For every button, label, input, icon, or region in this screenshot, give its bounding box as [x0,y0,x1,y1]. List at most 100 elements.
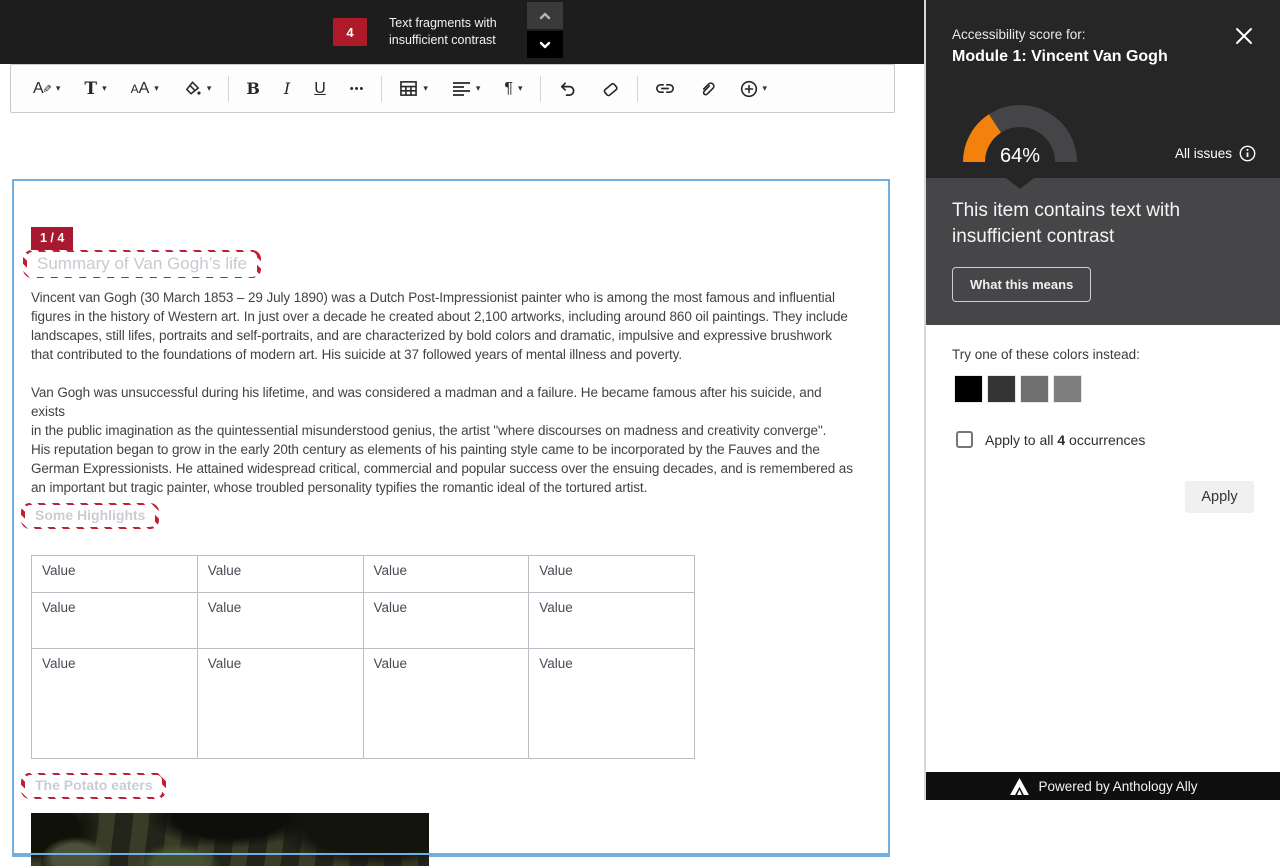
alignment-button[interactable]: ▾ [440,72,493,106]
issue-count-badge[interactable]: 4 [333,18,367,46]
insert-content-button[interactable]: ▾ [728,72,780,106]
info-icon[interactable] [1239,145,1256,162]
heading-text: Some Highlights [25,505,155,527]
link-icon [655,82,675,95]
insert-link-button[interactable] [643,72,687,106]
table-cell[interactable]: Value [32,593,198,649]
table-cell[interactable]: Value [32,649,198,759]
table-cell[interactable]: Value [363,649,529,759]
italic-button[interactable]: I [272,72,302,106]
chevron-down-icon: ▾ [154,83,159,94]
panel-title: Module 1: Vincent Van Gogh [952,48,1168,66]
paragraph-style-button[interactable]: ¶▾ [492,72,534,106]
clear-formatting-button[interactable] [589,72,632,106]
text-style-button[interactable]: A✎▾ [21,72,72,106]
chevron-down-icon: ▾ [476,83,481,94]
table-cell[interactable]: Value [529,649,695,759]
color-swatch[interactable] [1020,375,1049,403]
editor-toolbar: A✎▾ T▾ AA▾ ▾ B I U ••• ▾ ▾ ¶▾ [10,64,895,113]
table-row: ValueValueValueValue [32,556,695,593]
plus-circle-icon [740,80,758,98]
ellipsis-icon: ••• [350,83,365,95]
table-icon [399,80,418,97]
try-colors-label: Try one of these colors instead: [952,347,1140,362]
toolbar-separator [540,76,541,102]
heading-text: The Potato eaters [25,775,162,797]
pencil-icon: ✎ [40,84,53,93]
issue-description-section: This item contains text with insufficien… [926,178,1280,325]
chevron-down-icon: ▾ [207,83,212,94]
table-cell[interactable]: Value [32,556,198,593]
toolbar-separator [228,76,229,102]
flagged-heading-highlights[interactable]: Some Highlights [21,503,159,529]
more-formatting-button[interactable]: ••• [338,72,377,106]
table-cell[interactable]: Value [363,593,529,649]
bold-icon: B [246,79,260,98]
chevron-down-icon [539,39,551,51]
table-cell[interactable]: Value [529,593,695,649]
chevron-down-icon: ▾ [102,83,107,94]
eraser-icon [601,80,620,97]
color-swatch[interactable] [954,375,983,403]
undo-icon [558,80,577,97]
previous-issue-button[interactable] [527,2,563,29]
table-cell[interactable]: Value [197,556,363,593]
gauge-pointer [1006,178,1034,189]
paragraph-van-gogh-legacy: Van Gogh was unsuccessful during his lif… [31,383,855,497]
color-swatch-row [954,375,1082,403]
color-swatch[interactable] [1053,375,1082,403]
next-issue-button[interactable] [527,31,563,58]
content-area-bottom-border [12,853,890,855]
fill-color-button[interactable]: ▾ [171,72,224,106]
pilcrow-icon: ¶ [504,80,513,98]
font-family-button[interactable]: T▾ [72,72,118,106]
issue-type-label: Text fragments with insufficient contras… [389,15,497,49]
issue-navigation-bar: 4 Text fragments with insufficient contr… [0,0,924,64]
undo-button[interactable] [546,72,589,106]
paint-bucket-icon [183,79,202,98]
flagged-heading-summary[interactable]: Summary of Van Gogh’s life [23,250,261,278]
toolbar-separator [381,76,382,102]
close-icon[interactable] [1234,26,1254,46]
attach-file-button[interactable] [687,72,728,106]
editor-content-area[interactable]: 1 / 4 Summary of Van Gogh’s life Vincent… [12,179,890,857]
table-body: ValueValueValueValueValueValueValueValue… [32,556,695,759]
color-swatch[interactable] [987,375,1016,403]
bold-button[interactable]: B [234,72,272,106]
paragraph-van-gogh-bio: Vincent van Gogh (30 March 1853 – 29 Jul… [31,288,855,364]
chevron-down-icon: ▾ [763,83,768,94]
table-row: ValueValueValueValue [32,649,695,759]
chevron-down-icon: ▾ [56,83,61,94]
apply-all-checkbox[interactable] [956,431,973,448]
align-left-icon [452,81,471,96]
table-cell[interactable]: Value [363,556,529,593]
italic-icon: I [284,79,290,98]
chevron-down-icon: ▾ [518,83,523,94]
paperclip-icon [699,80,716,98]
issue-position-badge[interactable]: 1 / 4 [31,227,73,250]
table-cell[interactable]: Value [529,556,695,593]
content-table: ValueValueValueValueValueValueValueValue… [31,555,695,759]
what-this-means-button[interactable]: What this means [952,267,1091,302]
font-family-icon: T [84,79,97,99]
apply-button[interactable]: Apply [1185,481,1254,513]
toolbar-separator [637,76,638,102]
table-row: ValueValueValueValue [32,593,695,649]
all-issues-link[interactable]: All issues [1175,145,1256,162]
issue-message: This item contains text with insufficien… [952,198,1232,250]
table-cell[interactable]: Value [197,593,363,649]
apply-all-label[interactable]: Apply to all 4 occurrences [985,432,1145,448]
all-issues-label: All issues [1175,146,1232,161]
font-size-button[interactable]: AA▾ [119,72,171,106]
table-button[interactable]: ▾ [387,72,440,106]
table-cell[interactable]: Value [197,649,363,759]
potato-eaters-image[interactable] [31,813,429,866]
powered-by-label: Powered by Anthology Ally [1038,779,1197,794]
chevron-down-icon: ▾ [423,83,428,94]
font-size-icon: A [131,82,139,96]
flagged-heading-potato-eaters[interactable]: The Potato eaters [21,773,166,799]
color-suggestion-section: Try one of these colors instead: Apply t… [926,325,1280,772]
underline-button[interactable]: U [302,72,338,106]
rich-text-editor: A✎▾ T▾ AA▾ ▾ B I U ••• ▾ ▾ ¶▾ [0,64,924,800]
ally-footer: Powered by Anthology Ally [926,772,1280,800]
